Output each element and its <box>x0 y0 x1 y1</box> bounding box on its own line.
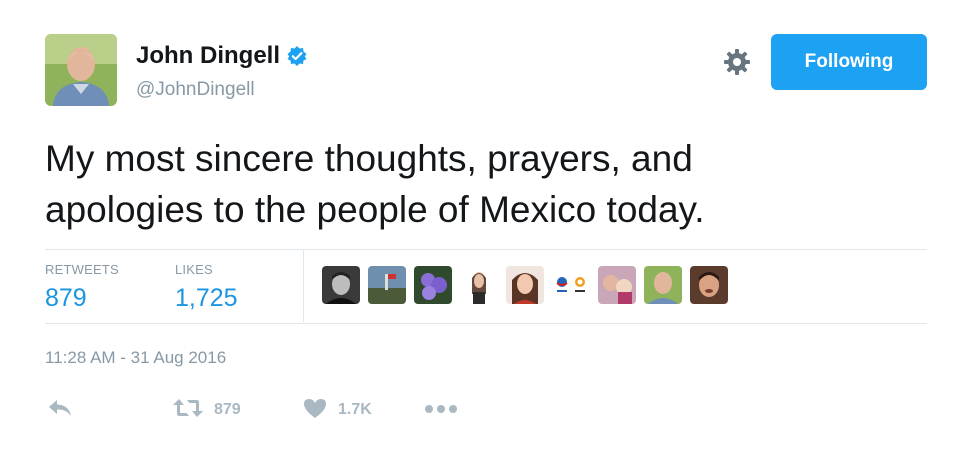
likes-count[interactable]: 1,725 <box>175 284 238 313</box>
liker-avatar[interactable] <box>322 266 360 304</box>
stats-vertical-divider <box>303 250 304 322</box>
author-name[interactable]: John Dingell <box>136 42 280 70</box>
liker-avatar[interactable] <box>552 266 590 304</box>
retweets-count[interactable]: 879 <box>45 284 87 313</box>
liker-avatar[interactable] <box>644 266 682 304</box>
retweet-count-inline: 879 <box>214 401 241 418</box>
stats-top-divider <box>45 249 927 250</box>
tweet-timestamp[interactable]: 11:28 AM - 31 Aug 2016 <box>45 348 226 368</box>
liker-avatar[interactable] <box>506 266 544 304</box>
following-button[interactable]: Following <box>771 34 927 90</box>
gear-icon[interactable] <box>722 47 752 77</box>
stats-bottom-divider <box>45 323 927 324</box>
author-handle[interactable]: @JohnDingell <box>136 79 255 101</box>
retweets-label[interactable]: RETWEETS <box>45 262 119 277</box>
tweet-text-line-1: My most sincere thoughts, prayers, and <box>45 138 693 179</box>
tweet-text-line-2: apologies to the people of Mexico today. <box>45 189 705 230</box>
reply-button[interactable] <box>47 396 73 424</box>
liker-avatar[interactable] <box>414 266 452 304</box>
more-icon <box>424 401 458 419</box>
retweet-button[interactable]: 879 <box>172 396 241 424</box>
liker-avatar[interactable] <box>460 266 498 304</box>
more-button[interactable] <box>424 396 458 424</box>
author-avatar[interactable] <box>45 34 117 106</box>
tweet-text: My most sincere thoughts, prayers, and a… <box>45 133 925 235</box>
liker-avatar[interactable] <box>368 266 406 304</box>
verified-badge-icon <box>286 45 308 67</box>
retweet-icon <box>172 397 204 424</box>
like-count-inline: 1.7K <box>338 401 372 418</box>
author-name-row[interactable]: John Dingell <box>136 42 308 70</box>
liker-avatar[interactable] <box>598 266 636 304</box>
reply-icon <box>47 397 73 424</box>
liker-avatar[interactable] <box>690 266 728 304</box>
likes-label[interactable]: LIKES <box>175 262 213 277</box>
like-button[interactable]: 1.7K <box>302 396 372 424</box>
heart-icon <box>302 397 328 424</box>
